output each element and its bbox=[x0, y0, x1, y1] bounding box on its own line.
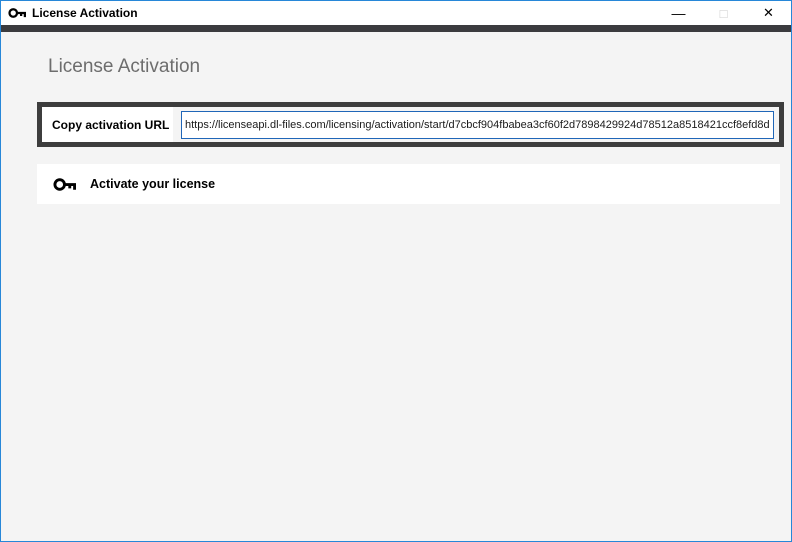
minimize-button[interactable]: — bbox=[656, 1, 701, 25]
activate-license-label: Activate your license bbox=[90, 177, 215, 191]
window-title: License Activation bbox=[32, 6, 138, 20]
titlebar-divider-band bbox=[1, 25, 791, 32]
copy-activation-url-section: Copy activation URL bbox=[37, 102, 784, 147]
close-button[interactable]: ✕ bbox=[746, 1, 791, 25]
title-bar: License Activation — □ ✕ bbox=[1, 1, 791, 25]
caption-controls: — □ ✕ bbox=[656, 1, 791, 25]
page-title: License Activation bbox=[48, 56, 200, 78]
activate-license-row[interactable]: Activate your license bbox=[37, 164, 780, 204]
maximize-button[interactable]: □ bbox=[701, 1, 746, 25]
key-icon bbox=[53, 176, 76, 193]
license-activation-window: License Activation — □ ✕ License Activat… bbox=[0, 0, 792, 542]
copy-activation-url-label-cell: Copy activation URL bbox=[42, 107, 173, 142]
copy-activation-url-label: Copy activation URL bbox=[52, 118, 169, 132]
key-icon bbox=[8, 6, 26, 20]
activation-url-input[interactable] bbox=[181, 111, 774, 139]
